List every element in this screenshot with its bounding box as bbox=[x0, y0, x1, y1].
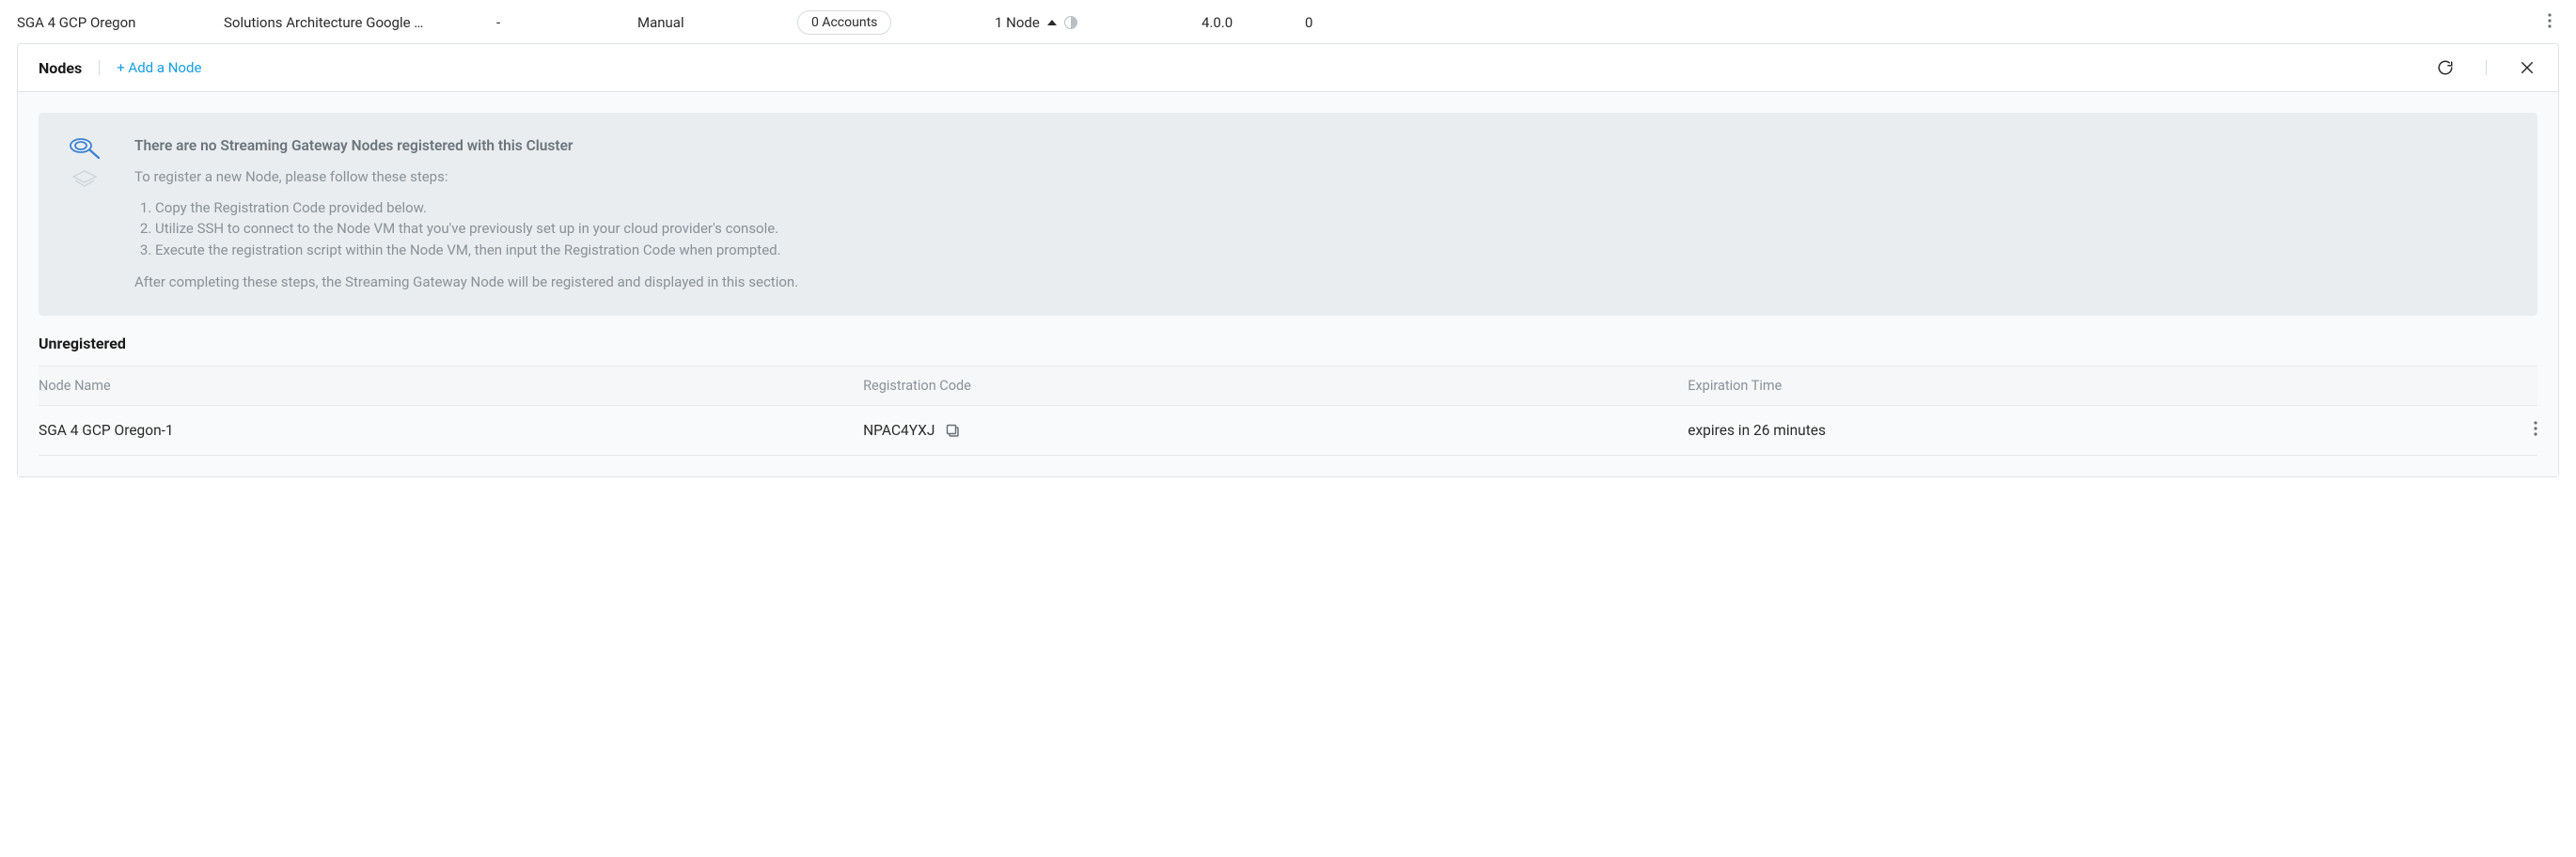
cell-expiration: expires in 26 minutes bbox=[1688, 405, 2437, 455]
panel-title: Nodes bbox=[39, 59, 82, 77]
separator bbox=[99, 60, 100, 75]
header-actions bbox=[2435, 57, 2537, 78]
cluster-row-menu[interactable] bbox=[2540, 9, 2559, 36]
unregistered-table: Node Name Registration Code Expiration T… bbox=[39, 366, 2537, 456]
cluster-mode: Manual bbox=[637, 14, 797, 31]
info-footer: After completing these steps, the Stream… bbox=[134, 272, 2513, 293]
th-actions bbox=[2438, 366, 2537, 405]
node-count-label: 1 Node bbox=[995, 14, 1040, 31]
cluster-nodes-cell[interactable]: 1 Node bbox=[995, 14, 1202, 31]
cluster-version: 4.0.0 bbox=[1202, 14, 1305, 31]
cluster-name: SGA 4 GCP Oregon bbox=[17, 14, 224, 31]
cluster-architecture: Solutions Architecture Google … bbox=[224, 14, 496, 31]
th-registration-code: Registration Code bbox=[863, 366, 1688, 405]
accounts-pill[interactable]: 0 Accounts bbox=[797, 10, 891, 35]
cell-actions bbox=[2438, 405, 2537, 455]
th-expiration: Expiration Time bbox=[1688, 366, 2437, 405]
panel-body: There are no Streaming Gateway Nodes reg… bbox=[18, 92, 2558, 476]
info-title: There are no Streaming Gateway Nodes reg… bbox=[134, 135, 2513, 157]
info-subtitle: To register a new Node, please follow th… bbox=[134, 166, 2513, 188]
nodes-panel: Nodes + Add a Node bbox=[17, 43, 2559, 477]
close-button[interactable] bbox=[2517, 57, 2537, 78]
registration-code-value: NPAC4YXJ bbox=[863, 422, 935, 439]
add-node-link[interactable]: + Add a Node bbox=[117, 59, 201, 76]
info-step: Copy the Registration Code provided belo… bbox=[155, 197, 2513, 219]
cluster-dash: - bbox=[496, 14, 637, 31]
panel-header: Nodes + Add a Node bbox=[18, 44, 2558, 92]
info-step: Utilize SSH to connect to the Node VM th… bbox=[155, 218, 2513, 240]
layer-icon bbox=[71, 169, 99, 190]
progress-half-icon bbox=[1064, 16, 1077, 29]
cluster-accounts-cell: 0 Accounts bbox=[797, 10, 995, 35]
info-content: There are no Streaming Gateway Nodes reg… bbox=[134, 135, 2513, 293]
table-row: SGA 4 GCP Oregon-1 NPAC4YXJ expires in 2… bbox=[39, 405, 2537, 455]
cell-node-name: SGA 4 GCP Oregon-1 bbox=[39, 405, 863, 455]
separator bbox=[2486, 60, 2487, 75]
th-node-name: Node Name bbox=[39, 366, 863, 405]
table-header-row: Node Name Registration Code Expiration T… bbox=[39, 366, 2537, 405]
cell-registration-code: NPAC4YXJ bbox=[863, 405, 1688, 455]
search-icon bbox=[67, 135, 102, 164]
copy-icon[interactable] bbox=[946, 424, 961, 439]
section-title: Unregistered bbox=[39, 316, 2537, 366]
info-icons bbox=[63, 135, 106, 293]
cluster-zero: 0 bbox=[1305, 14, 1361, 31]
refresh-button[interactable] bbox=[2435, 57, 2456, 78]
info-steps: Copy the Registration Code provided belo… bbox=[134, 197, 2513, 261]
row-menu-icon[interactable] bbox=[2534, 423, 2537, 440]
info-step: Execute the registration script within t… bbox=[155, 240, 2513, 261]
cluster-summary-row: SGA 4 GCP Oregon Solutions Architecture … bbox=[0, 0, 2576, 43]
info-box: There are no Streaming Gateway Nodes reg… bbox=[39, 113, 2537, 316]
caret-up-icon bbox=[1047, 20, 1057, 25]
